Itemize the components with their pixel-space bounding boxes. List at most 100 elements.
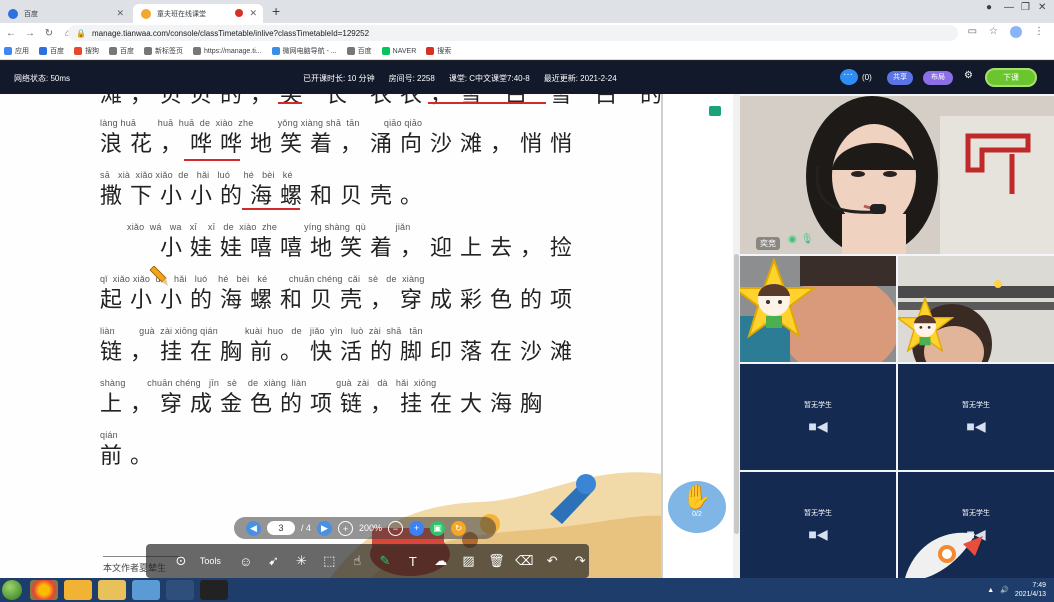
zoom-out-icon[interactable]: −	[388, 520, 404, 536]
pinyin-text: sā xià xiǎo xiǎo de hǎi luó hé bèi ké	[100, 170, 293, 180]
bookmark-newtab[interactable]: 新标签页	[144, 46, 183, 56]
empty-student-slot: 暂无学生 ■◀	[898, 364, 1054, 470]
bookmark-nav[interactable]: 微网电脑导航 - ...	[271, 46, 337, 56]
whiteboard[interactable]: 滩，贝贝的，笑 长 衣衣，雪 白 雪 白 的 làng huā huā huā …	[0, 94, 740, 578]
bookmark-sogou[interactable]: 搜狗	[74, 46, 99, 56]
page-number-input[interactable]: 3	[267, 521, 295, 535]
back-icon[interactable]: ←	[3, 28, 19, 39]
baidu-icon	[39, 47, 47, 55]
tools-label[interactable]: Tools	[200, 556, 221, 566]
refresh-page-icon[interactable]: ↻	[451, 520, 467, 536]
safari-taskbar-icon[interactable]	[166, 580, 194, 600]
new-tab-button[interactable]: +	[272, 3, 280, 19]
teacher-name: 奕竞	[756, 237, 780, 250]
bookmark-apps[interactable]: 应用	[4, 46, 29, 56]
camera-on-icon[interactable]: ◉	[788, 234, 797, 245]
gear-icon[interactable]: ⚙	[964, 70, 973, 81]
add-page-icon[interactable]: +	[409, 520, 425, 536]
forward-icon[interactable]: →	[22, 28, 38, 39]
prev-page-icon[interactable]: ◀	[246, 520, 261, 536]
bookmarks-bar: 应用 百度 搜狗 百度 新标签页 https://manage.ti... 微网…	[0, 43, 1054, 60]
next-page-icon[interactable]: ▶	[317, 520, 333, 536]
empty-slot-label: 暂无学生	[804, 401, 832, 409]
clock-time: 7:49	[1032, 582, 1046, 589]
volume-icon[interactable]: 🔊	[1000, 586, 1009, 594]
raise-hand-button[interactable]: ✋ 0/2	[668, 481, 726, 533]
last-update: 最近更新: 2021-2-24	[543, 74, 617, 83]
select-icon[interactable]: ⬚	[320, 552, 338, 570]
browser-taskbar-icon[interactable]	[64, 580, 92, 600]
hanzi-text: 链，挂在胸前。快活的脚印落在沙滩	[100, 340, 581, 365]
account-avatar[interactable]	[1010, 26, 1022, 38]
cast-icon[interactable]: ▭	[968, 26, 977, 38]
bookmark-naver[interactable]: NAVER	[381, 47, 416, 55]
zoom-in-icon[interactable]: +	[338, 520, 354, 536]
underline-mark	[278, 102, 302, 104]
close-icon[interactable]: ✕	[249, 8, 257, 19]
scrollbar-thumb[interactable]	[734, 254, 739, 534]
student-video-1[interactable]	[740, 256, 896, 362]
text-icon[interactable]: T	[404, 552, 422, 570]
underline-mark	[184, 159, 240, 161]
pinyin-text: xiǎo wá wa xī xī de xiào zhe yíng shàng …	[100, 222, 411, 232]
laser-pointer-icon[interactable]: ✳	[293, 552, 311, 570]
start-button[interactable]	[2, 580, 22, 600]
hanzi-text: 起小小的海螺和贝壳，穿成彩色的项	[100, 288, 581, 313]
menu-icon[interactable]: ⋮	[1034, 26, 1044, 38]
chrome-taskbar-icon[interactable]	[30, 580, 58, 600]
tab-classroom[interactable]: 童夫班在线课堂 ✕	[133, 4, 263, 23]
network-icon[interactable]: ▲	[987, 587, 994, 594]
chat-icon	[840, 69, 858, 85]
globe-icon	[109, 47, 117, 55]
eraser-icon[interactable]: ⌫	[515, 552, 533, 570]
restore-button[interactable]: ❐	[1021, 2, 1030, 13]
lesson-line: làng huā huā huā de xiào zhe yǒng xiàng …	[100, 118, 580, 159]
url-input[interactable]: 🔒 manage.tianwaa.com/console/classTimeta…	[68, 25, 958, 41]
baidu-favicon-icon	[8, 8, 18, 19]
explorer-taskbar-icon[interactable]	[98, 580, 126, 600]
media-taskbar-icon[interactable]	[132, 580, 160, 600]
chat-button[interactable]: (0)	[840, 69, 872, 85]
drawing-toolbar: ⊙ Tools ☺ ➹ ✳ ⬚ ☝ ✎ T ☁ ▨ 🗑 ⌫ ↶ ↷	[146, 544, 589, 578]
address-bar-row: ← → ↻ ⌂ 🔒 manage.tianwaa.com/console/cla…	[0, 23, 1054, 43]
recorder-taskbar-icon[interactable]	[200, 580, 228, 600]
bookmark-search[interactable]: 搜索	[426, 46, 451, 56]
close-icon[interactable]: ✕	[116, 8, 124, 19]
clear-page-icon[interactable]: ▣	[430, 520, 446, 536]
minimize-button[interactable]: —	[1004, 2, 1014, 13]
reload-icon[interactable]: ↻	[41, 28, 57, 39]
bookmark-baidu[interactable]: 百度	[39, 46, 64, 56]
layout-button[interactable]: 布局	[923, 71, 953, 85]
tab-baidu[interactable]: 百度 ✕	[0, 4, 130, 23]
apps-grid-icon	[4, 47, 12, 55]
profile-icon[interactable]: ●	[986, 2, 992, 13]
undo-icon[interactable]: ↶	[543, 552, 561, 570]
user-icon[interactable]: ☺	[237, 552, 255, 570]
bookmark-baidu-2[interactable]: 百度	[109, 46, 134, 56]
teacher-video[interactable]: 奕竞 ◉ 🎙	[740, 96, 1054, 254]
pinyin-text: làng huā huā huā de xiào zhe yǒng xiàng …	[100, 118, 423, 128]
clock[interactable]: 7:49 2021/4/13	[1015, 581, 1046, 599]
star-icon[interactable]: ☆	[989, 26, 998, 38]
image-icon[interactable]: ▨	[460, 552, 478, 570]
trash-icon[interactable]: 🗑	[487, 552, 505, 570]
nav-icon	[271, 47, 280, 55]
underline-mark	[242, 208, 300, 210]
share-button[interactable]: 共享	[887, 71, 913, 85]
close-window-button[interactable]: ✕	[1038, 2, 1046, 13]
pointer-icon[interactable]: ➹	[265, 552, 283, 570]
folder-icon[interactable]	[709, 106, 721, 116]
hand-tool-icon[interactable]: ☝	[348, 552, 366, 570]
lesson-page: 滩，贝贝的，笑 长 衣衣，雪 白 雪 白 的 làng huā huā huā …	[0, 94, 662, 578]
student-video-2[interactable]	[898, 256, 1054, 362]
mic-on-icon[interactable]: 🎙	[801, 234, 814, 245]
underline-mark	[428, 102, 546, 104]
pen-icon[interactable]: ✎	[376, 552, 394, 570]
tools-toggle-icon[interactable]: ⊙	[172, 552, 190, 570]
lesson-line: liàn guà zài xiōng qián kuài huo de jiǎo…	[100, 326, 580, 367]
redo-icon[interactable]: ↷	[571, 552, 589, 570]
end-class-button[interactable]: 下课	[985, 68, 1037, 87]
cloud-icon[interactable]: ☁	[432, 552, 450, 570]
bookmark-manage[interactable]: https://manage.ti...	[193, 47, 262, 55]
bookmark-baidu-3[interactable]: 百度	[346, 46, 372, 56]
